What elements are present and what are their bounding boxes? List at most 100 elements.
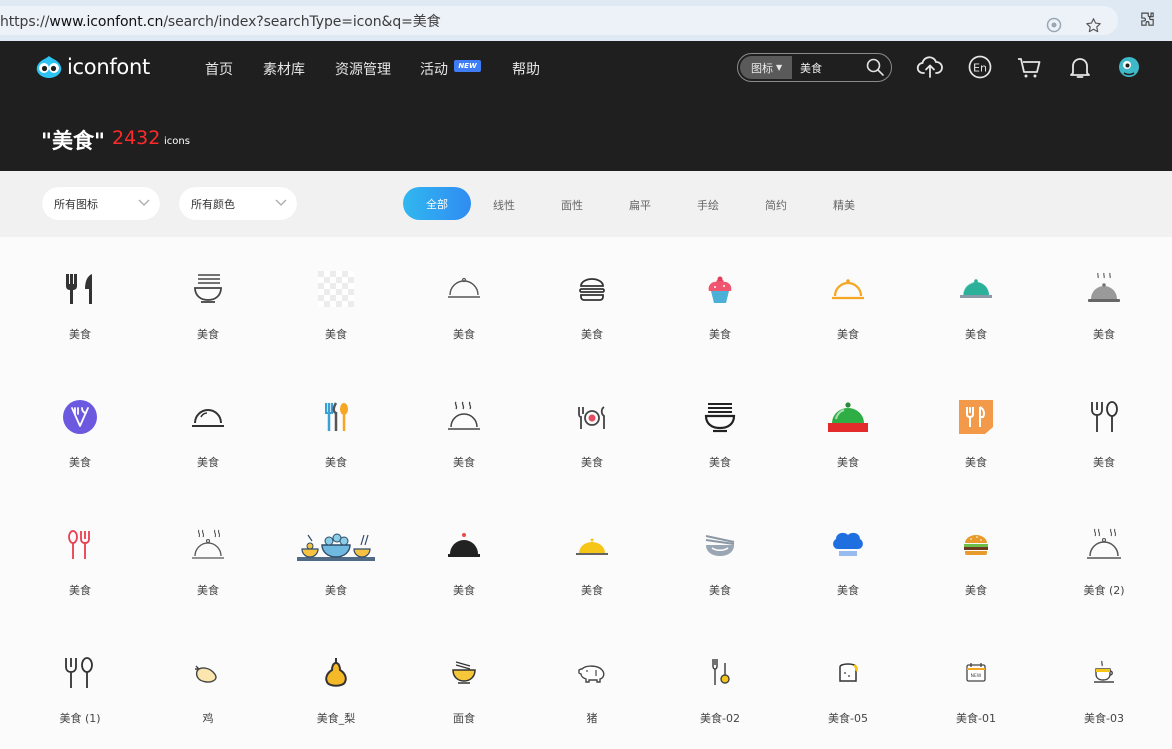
icon-card[interactable]: 美食 — [784, 365, 912, 493]
icon-card[interactable]: 美食 — [784, 237, 912, 365]
icon-card[interactable]: 美食 — [1040, 237, 1168, 365]
icon-label: 美食-03 — [1084, 712, 1124, 725]
cloche-red-green-icon — [828, 402, 868, 432]
icon-label: 美食 — [837, 584, 859, 597]
icon-label: 美食-01 — [956, 712, 996, 725]
icon-card[interactable]: 美食 — [528, 493, 656, 621]
url-domain: www.iconfont.cn — [49, 14, 164, 30]
icon-label: 美食 — [965, 328, 987, 341]
search-icon[interactable] — [865, 57, 885, 77]
icon-card[interactable]: 美食 — [1040, 365, 1168, 493]
color-dropdown[interactable]: 所有颜色 — [179, 187, 297, 220]
translate-icon[interactable] — [1044, 15, 1064, 35]
tab-linear[interactable]: 线性 — [493, 197, 515, 213]
search-input[interactable]: 美食 — [800, 60, 822, 76]
icon-card[interactable]: 美食 — [400, 493, 528, 621]
icon-card[interactable]: 美食 — [272, 365, 400, 493]
icon-card[interactable]: 美食 — [16, 365, 144, 493]
icon-label: 美食 — [69, 584, 91, 597]
icon-card[interactable]: 美食-05 — [784, 621, 912, 749]
icon-label: 美食 — [197, 456, 219, 469]
icon-label: 美食 — [197, 584, 219, 597]
tab-filled[interactable]: 面性 — [561, 197, 583, 213]
icon-card[interactable]: 美食 — [144, 237, 272, 365]
avatar[interactable] — [1115, 53, 1143, 81]
noodle-bowl-icon — [194, 274, 222, 303]
language-en-icon[interactable]: En — [966, 53, 994, 81]
tab-handdrawn[interactable]: 手绘 — [697, 197, 719, 213]
new-calendar-icon: NEW — [966, 663, 986, 682]
nav-activity[interactable]: 活动 — [420, 59, 448, 79]
toast-icon — [839, 663, 858, 682]
icon-label: 面食 — [453, 712, 475, 725]
fork-spoon-outline-icon — [1091, 401, 1118, 432]
icon-label: 美食 — [453, 584, 475, 597]
chevron-down-icon — [138, 199, 150, 206]
icon-card[interactable]: 美食 — [912, 493, 1040, 621]
icon-card[interactable]: 美食 — [16, 493, 144, 621]
new-badge: NEW — [454, 60, 481, 72]
search-type-select[interactable]: 图标 ▼ — [740, 56, 792, 79]
icon-card[interactable]: 美食 (1) — [16, 621, 144, 749]
address-url[interactable]: https://www.iconfont.cn/search/index?sea… — [0, 11, 441, 31]
icon-card[interactable]: 美食 — [784, 493, 912, 621]
icon-card[interactable]: 美食 — [912, 237, 1040, 365]
burger-outline-icon — [579, 278, 605, 301]
icon-label: 美食 (2) — [1083, 584, 1125, 597]
icon-card[interactable]: 美食 — [144, 493, 272, 621]
icon-card[interactable]: 美食 — [656, 365, 784, 493]
url-path: /search/index?searchType=icon&q=美食 — [163, 14, 441, 30]
nav-home[interactable]: 首页 — [205, 59, 233, 79]
icon-label: 美食 — [581, 584, 603, 597]
icon-type-dropdown-label: 所有图标 — [54, 197, 98, 211]
icon-card[interactable]: 美食 — [656, 237, 784, 365]
icon-card[interactable]: 美食 (2) — [1040, 493, 1168, 621]
icon-card[interactable]: 美食 — [272, 237, 400, 365]
icon-card[interactable]: 猪 — [528, 621, 656, 749]
icon-card[interactable]: 美食 — [400, 237, 528, 365]
icon-label: 美食 — [69, 456, 91, 469]
search-type-label: 图标 — [751, 61, 773, 75]
pear-icon — [325, 658, 347, 687]
cart-icon[interactable] — [1015, 53, 1043, 81]
tab-simple[interactable]: 简约 — [765, 197, 787, 213]
noodle-bowl-yellow-icon — [452, 661, 476, 684]
icon-card[interactable]: 美食 — [528, 365, 656, 493]
icon-card[interactable]: 美食 — [16, 237, 144, 365]
icon-label: 美食 — [325, 584, 347, 597]
tab-all[interactable]: 全部 — [403, 187, 471, 220]
icon-card[interactable]: 美食-03 — [1040, 621, 1168, 749]
bell-icon[interactable] — [1066, 53, 1094, 81]
nav-resource-manage[interactable]: 资源管理 — [335, 59, 391, 79]
icon-card[interactable]: 美食-02 — [656, 621, 784, 749]
bookmark-star-icon[interactable] — [1083, 15, 1103, 35]
cloche-steam-outline-icon — [448, 401, 480, 430]
cloche-steam-large-icon — [1087, 528, 1121, 559]
cupcake-icon — [708, 276, 732, 303]
nav-library[interactable]: 素材库 — [263, 59, 305, 79]
icon-card[interactable]: 鸡 — [144, 621, 272, 749]
icon-label: 美食 — [709, 584, 731, 597]
svg-text:En: En — [973, 62, 987, 75]
icon-card[interactable]: NEW 美食-01 — [912, 621, 1040, 749]
icon-card[interactable]: 美食 — [400, 365, 528, 493]
upload-cloud-icon[interactable] — [916, 53, 944, 81]
address-bar[interactable]: https://www.iconfont.cn/search/index?sea… — [0, 6, 1118, 35]
orange-tile-utensils-icon — [959, 400, 993, 434]
icon-card[interactable]: 美食_梨 — [272, 621, 400, 749]
tab-flat[interactable]: 扁平 — [629, 197, 651, 213]
icon-card[interactable]: 面食 — [400, 621, 528, 749]
icon-card[interactable]: 美食 — [912, 365, 1040, 493]
icon-type-dropdown[interactable]: 所有图标 — [42, 187, 160, 220]
iconfont-logo[interactable]: iconfont — [34, 55, 150, 79]
cloche-line-icon — [192, 409, 224, 427]
icon-card[interactable]: 美食 — [144, 365, 272, 493]
icon-grid: 美食 美食 美食 美食 美食 美食 美食 美食 美食 美食 美食 美食 美食 美… — [16, 237, 1168, 742]
tab-exquisite[interactable]: 精美 — [833, 197, 855, 213]
icon-label: 美食 — [453, 456, 475, 469]
icon-card[interactable]: 美食 — [528, 237, 656, 365]
extensions-icon[interactable] — [1137, 9, 1157, 29]
nav-help[interactable]: 帮助 — [512, 59, 540, 79]
icon-card[interactable]: 美食 — [656, 493, 784, 621]
icon-card[interactable]: 美食 — [272, 493, 400, 621]
